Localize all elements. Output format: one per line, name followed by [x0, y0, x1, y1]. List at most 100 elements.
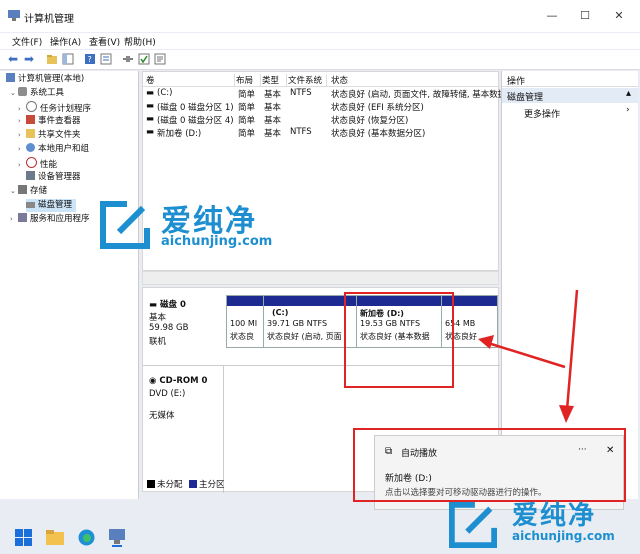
volume-icon: ▬	[146, 114, 155, 124]
disk-icon: ▬	[149, 300, 160, 310]
chevron-right-icon[interactable]: ›	[18, 143, 26, 156]
folder-up-icon[interactable]	[46, 53, 58, 65]
column-filesystem[interactable]: 文件系统	[288, 74, 327, 86]
toolbar: ⬅ ➡ ?	[0, 50, 640, 70]
connect-icon[interactable]	[122, 53, 134, 65]
chevron-right-icon[interactable]: ›	[18, 115, 26, 128]
cdrom-status: 无媒体	[149, 411, 175, 421]
tree-item-local-users[interactable]: › 本地用户和组	[18, 143, 89, 156]
column-status[interactable]: 状态	[331, 74, 497, 86]
volume-icon: ▬	[146, 127, 155, 137]
window-title: 计算机管理	[24, 14, 74, 25]
shared-folder-icon	[26, 129, 35, 138]
chevron-right-icon[interactable]: ›	[18, 129, 26, 142]
column-type[interactable]: 类型	[262, 74, 287, 86]
help-icon[interactable]: ?	[84, 53, 96, 65]
performance-icon	[26, 157, 37, 168]
menu-action[interactable]: 操作(A)	[50, 35, 81, 48]
tree-item-event-viewer[interactable]: › 事件查看器	[18, 115, 81, 128]
highlight-box-partition-d	[344, 292, 454, 388]
column-layout[interactable]: 布局	[236, 74, 261, 86]
watermark-logo-corner: 爱纯净 aichunjing.com	[440, 497, 640, 554]
table-row[interactable]: ▬ (磁盘 0 磁盘分区 1) 简单 基本 状态良好 (EFI 系统分区)	[143, 100, 500, 113]
volume-icon: ▬	[146, 101, 155, 111]
highlight-box-notification	[353, 428, 626, 502]
disk-0-status: 联机	[149, 337, 167, 347]
show-tree-icon[interactable]	[62, 53, 74, 65]
maximize-button[interactable]: ☐	[578, 9, 592, 23]
watermark-corner-url: aichunjing.com	[512, 529, 615, 543]
column-volume[interactable]: 卷	[146, 74, 235, 86]
clock-icon	[26, 101, 37, 112]
forward-arrow-icon[interactable]: ➡	[24, 53, 36, 65]
disk-0-type: 基本	[149, 313, 167, 323]
event-viewer-icon	[26, 115, 35, 124]
properties-icon[interactable]	[154, 53, 166, 65]
tree-item-performance[interactable]: › 性能	[18, 157, 57, 170]
watermark-logo-mark	[100, 201, 150, 249]
volume-list: 卷 布局 类型 文件系统 状态 ▬ (C:) 简单 基本 NTFS 状态良好 (…	[100, 71, 506, 271]
list-view-icon[interactable]	[100, 53, 112, 65]
annotation-arrows	[478, 289, 579, 423]
cdrom-row: ◉ CD-ROM 0 DVD (E:) 无媒体	[143, 368, 223, 428]
watermark-corner-text: 爱纯净	[512, 501, 597, 531]
disk-0-size: 59.98 GB	[149, 323, 189, 333]
svg-text:?: ?	[88, 55, 92, 64]
partition-efi[interactable]: 100 MI 状态良	[226, 295, 264, 348]
menu-view[interactable]: 查看(V)	[89, 35, 120, 48]
back-arrow-icon[interactable]: ⬅	[8, 53, 20, 65]
volume-list-header: 卷 布局 类型 文件系统 状态	[143, 72, 500, 87]
tree-item-device-manager[interactable]: 设备管理器	[26, 171, 81, 184]
cdrom-name: ◉ CD-ROM 0	[149, 376, 208, 386]
services-icon	[18, 213, 27, 222]
tree-item-services-apps[interactable]: › 服务和应用程序	[10, 213, 90, 226]
tree-item-storage[interactable]: ⌄ 存储	[10, 185, 47, 198]
computer-management-icon	[8, 10, 20, 21]
cdrom-icon: ◉	[149, 376, 160, 386]
check-icon[interactable]	[138, 53, 150, 65]
cdrom-type: DVD (E:)	[149, 389, 186, 399]
watermark-url: aichunjing.com	[161, 234, 273, 249]
legend-unallocated: 未分配	[157, 480, 183, 490]
minimize-button[interactable]: —	[545, 9, 559, 23]
tree-item-task-scheduler[interactable]: › 任务计划程序	[18, 101, 91, 114]
tree-item-computer-management[interactable]: 计算机管理(本地)	[6, 73, 84, 86]
file-explorer-icon[interactable]	[46, 529, 64, 545]
tree-item-system-tools[interactable]: ⌄ 系统工具	[10, 87, 64, 100]
storage-icon	[18, 185, 27, 194]
horizontal-scrollbar[interactable]	[142, 271, 499, 285]
chevron-right-icon[interactable]: ›	[10, 213, 18, 226]
chevron-right-icon[interactable]: ›	[18, 159, 26, 172]
title-bar: 计算机管理 — ☐ ✕	[0, 0, 640, 32]
disk-icon	[26, 202, 35, 208]
chevron-up-icon: ▴	[626, 88, 632, 99]
actions-header: 操作	[502, 71, 638, 87]
edge-browser-icon[interactable]	[78, 529, 95, 546]
tree-item-disk-management[interactable]: 磁盘管理	[26, 199, 77, 212]
divider	[223, 366, 224, 493]
table-row[interactable]: ▬ 新加卷 (D:) 简单 基本 NTFS 状态良好 (基本数据分区)	[143, 126, 500, 139]
chevron-down-icon[interactable]: ⌄	[10, 87, 18, 100]
tree-item-shared-folders[interactable]: › 共享文件夹	[18, 129, 81, 142]
navigation-tree: 计算机管理(本地) ⌄ 系统工具 › 任务计划程序 › 事件查看器 › 共享文件夹 › 本…	[0, 71, 139, 499]
menu-help[interactable]: 帮助(H)	[124, 35, 156, 48]
menu-bar: 文件(F) 操作(A) 查看(V) 帮助(H)	[0, 33, 640, 49]
watermark-corner-mark	[449, 501, 497, 549]
partition-c[interactable]: (C:) 39.71 GB NTFS 状态良好 (启动, 页面	[263, 295, 357, 348]
legend-unallocated-swatch	[147, 480, 155, 488]
watermark-logo: 爱纯净 aichunjing.com	[97, 200, 377, 255]
legend-primary-swatch	[189, 480, 197, 488]
chevron-right-icon: ›	[626, 105, 630, 115]
computer-icon	[6, 73, 15, 82]
chevron-down-icon[interactable]: ⌄	[10, 185, 18, 198]
actions-section-disk-management[interactable]: 磁盘管理 ▴	[502, 88, 638, 103]
table-row[interactable]: ▬ (磁盘 0 磁盘分区 4) 简单 基本 状态良好 (恢复分区)	[143, 113, 500, 126]
table-row[interactable]: ▬ (C:) 简单 基本 NTFS 状态良好 (启动, 页面文件, 故障转储, …	[143, 87, 506, 100]
more-actions[interactable]: 更多操作 ›	[502, 105, 638, 120]
menu-file[interactable]: 文件(F)	[12, 35, 42, 48]
legend-primary: 主分区	[199, 480, 225, 490]
computer-management-taskbar-icon[interactable]	[108, 527, 126, 547]
close-button[interactable]: ✕	[612, 9, 626, 23]
windows-start-icon[interactable]	[15, 529, 32, 546]
device-manager-icon	[26, 171, 35, 180]
